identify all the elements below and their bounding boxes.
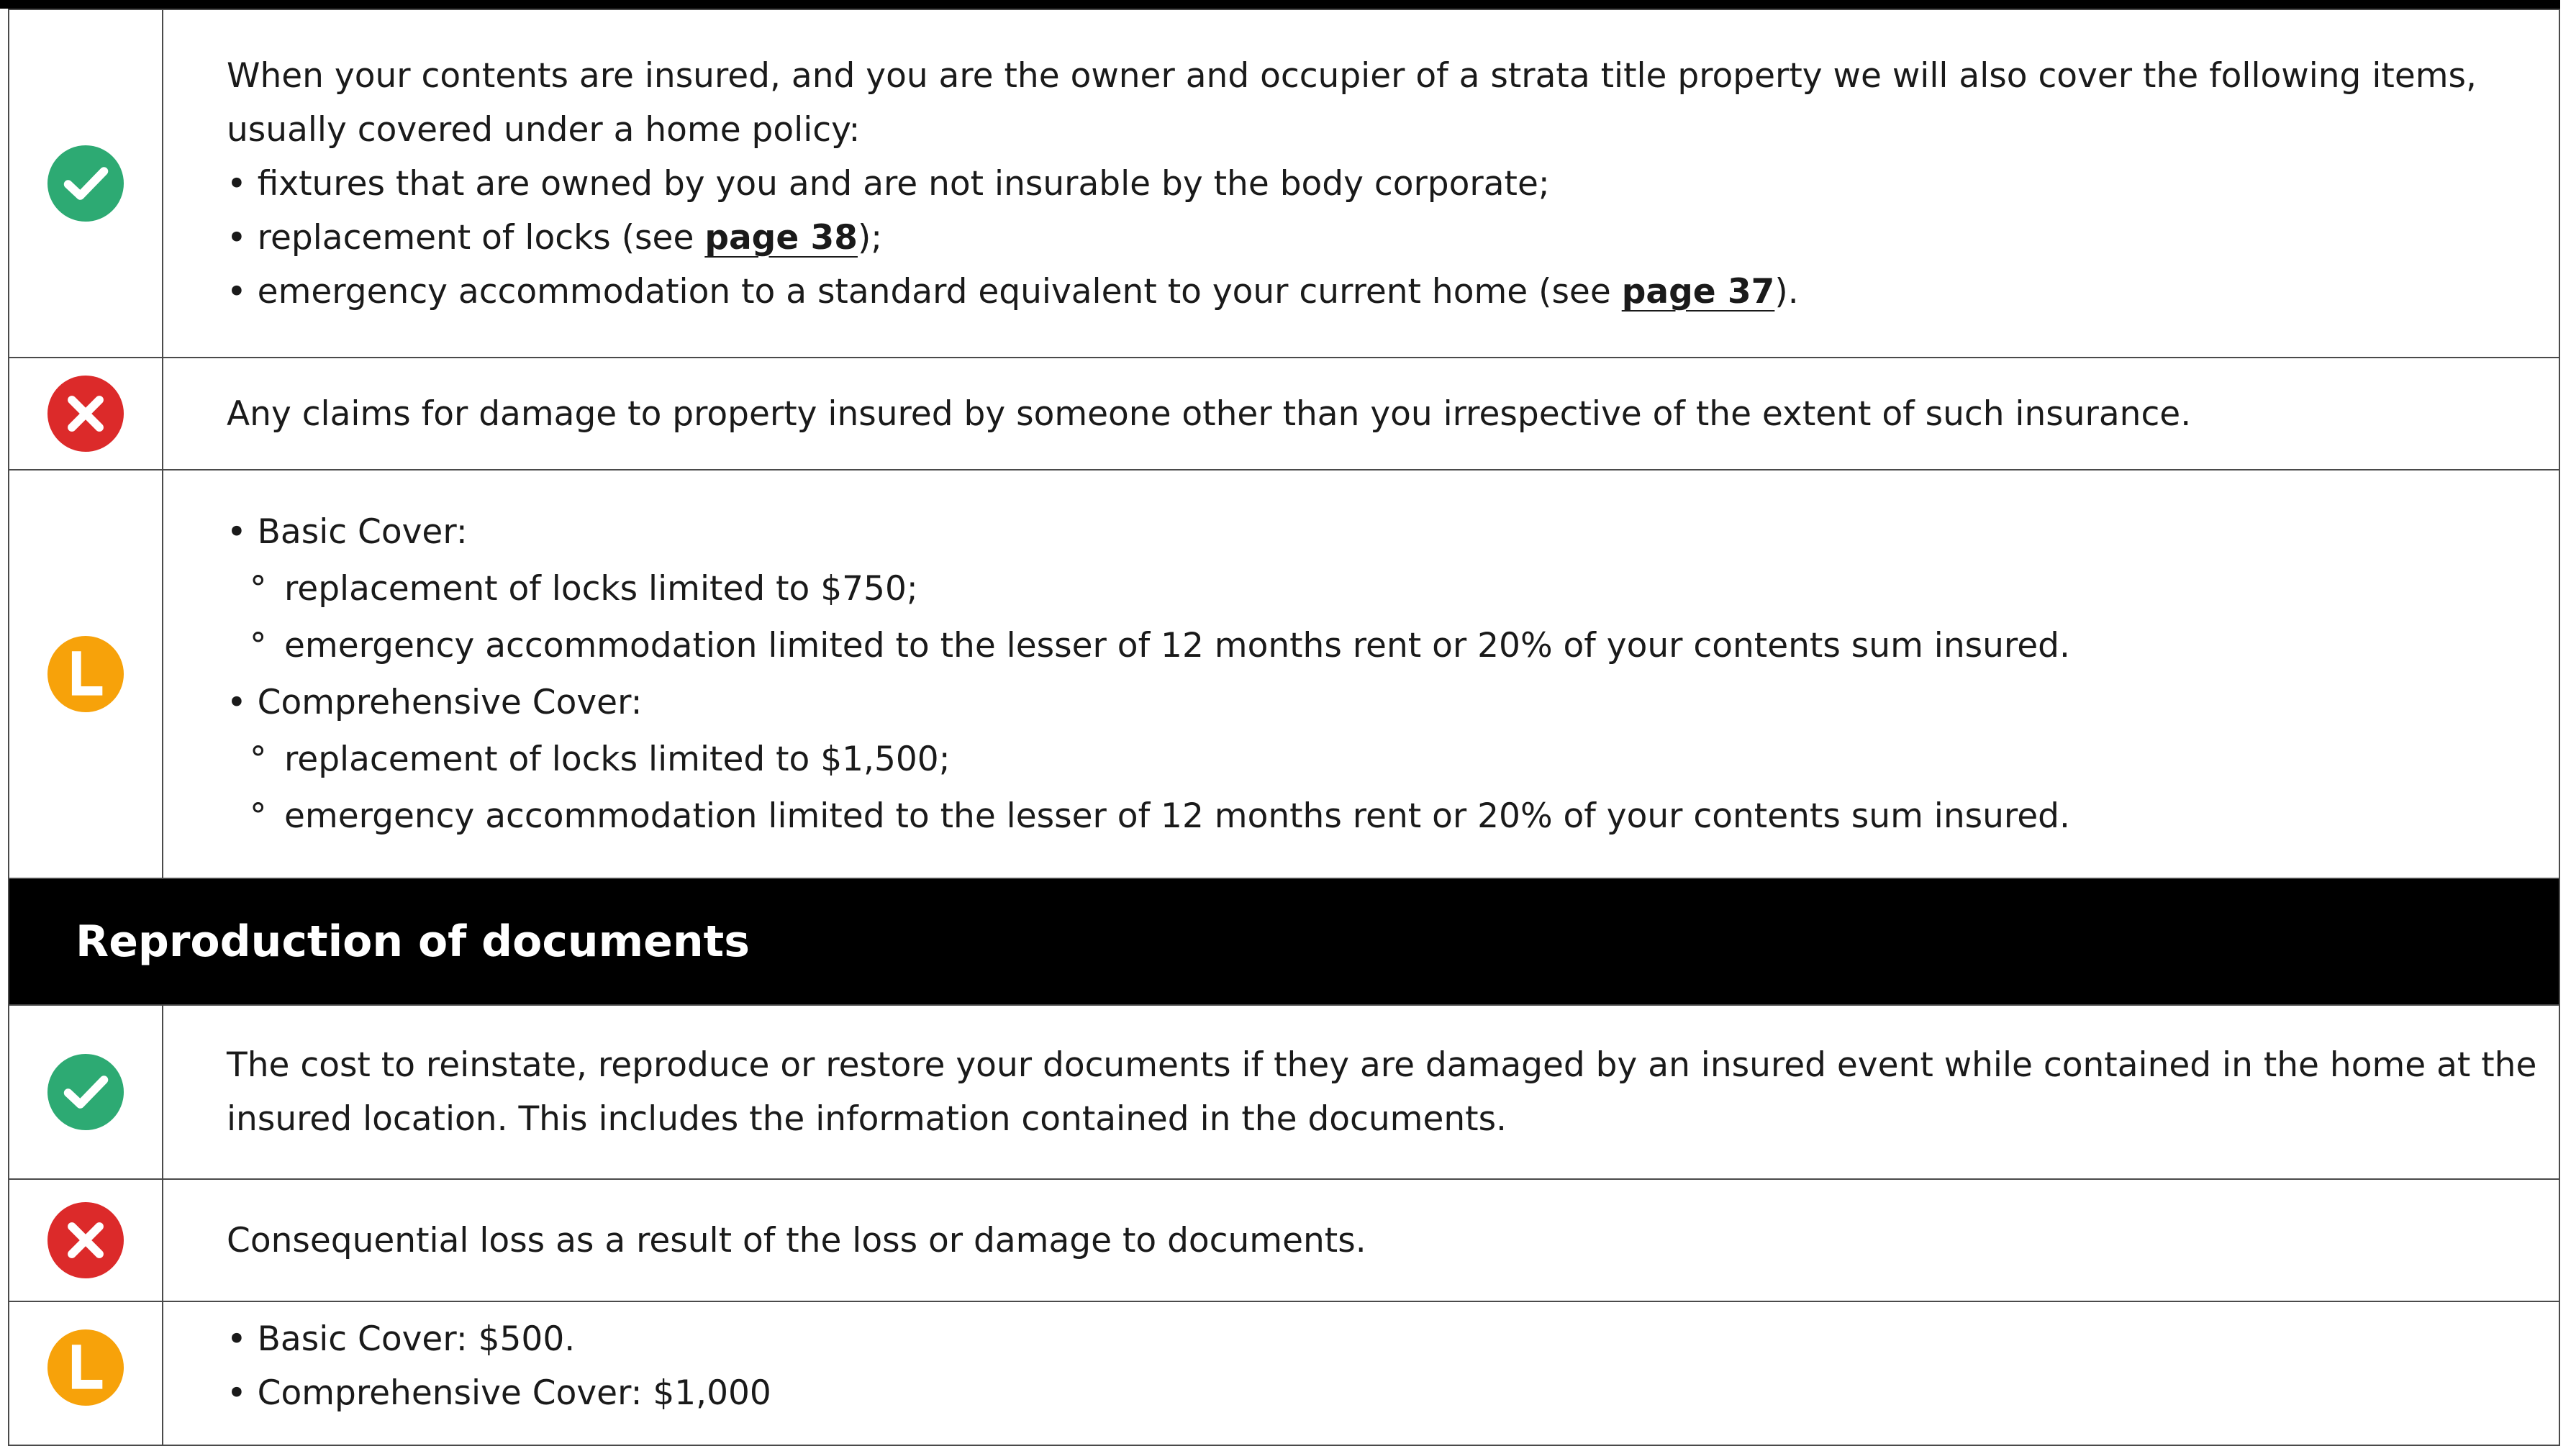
- documents-covered-row: The cost to reinstate, reproduce or rest…: [8, 1004, 2560, 1180]
- page-38-link[interactable]: page 38: [704, 218, 858, 258]
- limit-l-icon: [47, 1329, 124, 1406]
- limits-basic-locks: ° replacement of locks limited to $750;: [250, 569, 918, 609]
- documents-excluded-text: Consequential loss as a result of the lo…: [162, 1178, 2560, 1302]
- limits-basic: • Basic Cover:: [227, 512, 468, 552]
- documents-excluded-row: Consequential loss as a result of the lo…: [8, 1178, 2560, 1302]
- covered-row: When your contents are insured, and you …: [8, 9, 2560, 358]
- documents-limits-text: • Basic Cover: $500. • Comprehensive Cov…: [162, 1301, 2560, 1446]
- limits-comprehensive-accommodation: ° emergency accommodation limited to the …: [250, 796, 2070, 836]
- covered-text: When your contents are insured, and you …: [162, 9, 2560, 358]
- covered-intro-line1: When your contents are insured, and you …: [227, 55, 2477, 96]
- limits-comprehensive-locks: ° replacement of locks limited to $1,500;: [250, 740, 951, 779]
- covered-bullet-fixtures: • fixtures that are owned by you and are…: [227, 163, 1550, 204]
- section-title: Reproduction of documents: [8, 878, 2560, 1006]
- limit-l-icon: [47, 636, 124, 712]
- limits-basic-accommodation: ° emergency accommodation limited to the …: [250, 626, 2070, 665]
- check-circle-icon: [47, 1054, 124, 1130]
- excluded-text: Any claims for damage to property insure…: [162, 357, 2560, 470]
- documents-limits-row: • Basic Cover: $500. • Comprehensive Cov…: [8, 1301, 2560, 1446]
- excluded-row: Any claims for damage to property insure…: [8, 357, 2560, 470]
- section-header-row: Reproduction of documents: [8, 878, 2560, 1006]
- limits-comprehensive: • Comprehensive Cover:: [227, 683, 643, 722]
- limits-text: • Basic Cover: ° replacement of locks lim…: [162, 469, 2560, 879]
- covered-intro-line2: usually covered under a home policy:: [227, 109, 861, 150]
- page-37-link[interactable]: page 37: [1622, 272, 1775, 312]
- top-border: [0, 0, 2560, 9]
- limits-row: • Basic Cover: ° replacement of locks lim…: [8, 469, 2560, 879]
- cross-circle-icon: [47, 1202, 124, 1278]
- covered-bullet-locks: • replacement of locks (see page 38);: [227, 217, 883, 258]
- check-circle-icon: [47, 145, 124, 222]
- cross-circle-icon: [47, 376, 124, 452]
- documents-covered-text: The cost to reinstate, reproduce or rest…: [162, 1004, 2560, 1180]
- cover-table: When your contents are insured, and you …: [8, 9, 2560, 1446]
- covered-bullet-accommodation: • emergency accommodation to a standard …: [227, 271, 1799, 312]
